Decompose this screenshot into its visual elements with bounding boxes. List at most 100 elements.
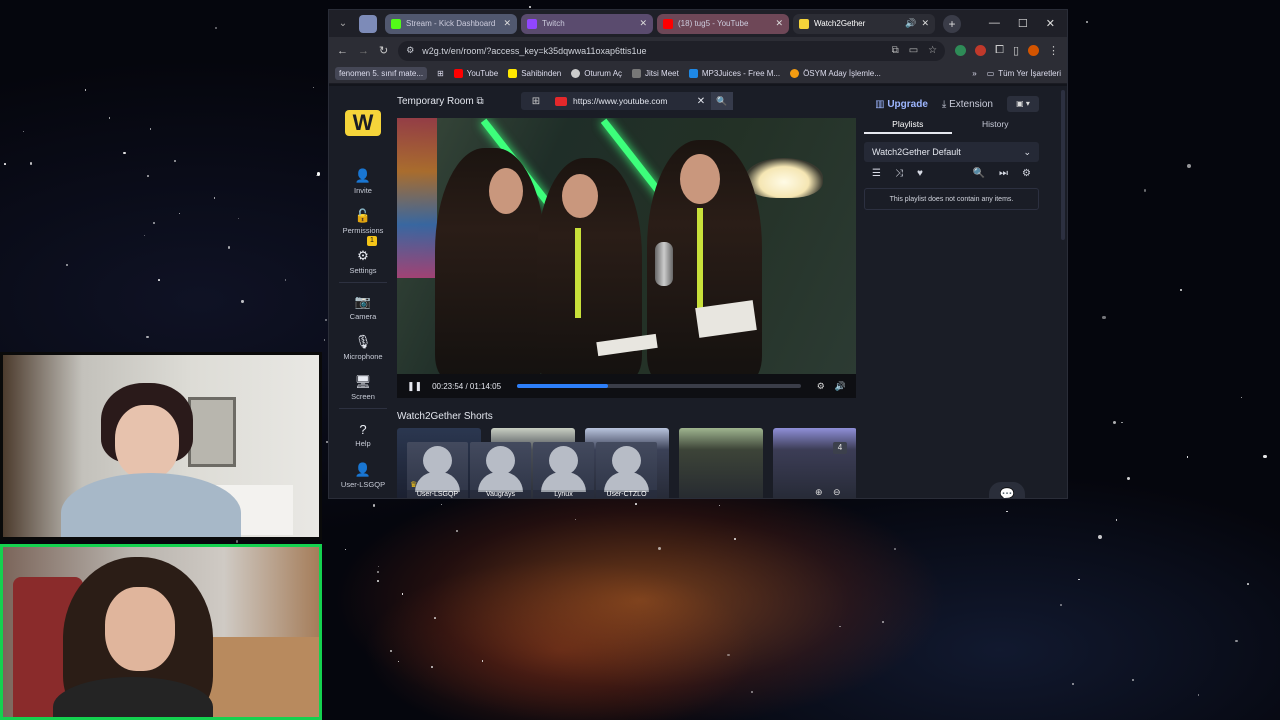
star [150, 128, 152, 130]
tab-kick[interactable]: Stream - Kick Dashboard ✕ [385, 13, 517, 34]
star-icon[interactable]: ☆ [928, 45, 937, 56]
forward-icon[interactable]: → [358, 45, 369, 57]
video-background-poster [397, 118, 437, 278]
cast-icon[interactable]: ▭ [909, 45, 918, 56]
short-card[interactable]: 4 ⊕ ⊖ [773, 428, 856, 498]
reload-icon[interactable]: ↻ [379, 44, 388, 57]
sidebar-icon[interactable]: ▯ [1013, 44, 1019, 57]
bookmark-item[interactable]: YouTube [453, 69, 498, 78]
clear-icon[interactable]: ✕ [691, 96, 711, 107]
copy-icon[interactable]: ⧉ [476, 96, 483, 107]
close-icon[interactable]: ✕ [639, 18, 647, 29]
webcam-window-frame [188, 397, 236, 467]
user-profile-button[interactable]: 👤 User-LSGQP [329, 462, 397, 489]
screen-button[interactable]: 🖥 Screen [329, 374, 397, 401]
settings-button[interactable]: ⚙ Settings [329, 248, 397, 275]
address-bar[interactable]: ⚙ w2g.tv/en/room/?access_key=k35dqwwa11o… [398, 40, 946, 61]
user-tile[interactable]: ♛ User-LSGQP [407, 442, 468, 498]
playlist-select[interactable]: Watch2Gether Default ⌄ [864, 142, 1039, 162]
help-button[interactable]: ? Help [329, 422, 397, 448]
bookmark-label: Jitsi Meet [645, 69, 679, 78]
star [1179, 288, 1183, 292]
tab-watch2gether[interactable]: Watch2Gether 🔊 ✕ [793, 13, 935, 34]
site-info-icon[interactable]: ⚙ [406, 45, 414, 56]
close-icon[interactable]: ✕ [503, 18, 511, 29]
webcam-desk [203, 637, 319, 717]
permissions-button[interactable]: 🔓 Permissions [329, 208, 397, 235]
close-icon[interactable]: ✕ [775, 18, 783, 29]
watch2gether-icon [799, 18, 809, 29]
close-icon[interactable]: ✕ [921, 18, 929, 29]
youtube-icon [663, 18, 673, 29]
pause-icon[interactable]: ❚❚ [407, 381, 422, 392]
zoom-in-icon[interactable]: ⊕ [815, 487, 823, 498]
extensions-area: ⧠ ▯ ⋮ [955, 44, 1059, 57]
video-url-input[interactable]: https://www.youtube.com [573, 96, 691, 106]
speaker-icon[interactable]: 🔊 [905, 18, 916, 29]
progress-bar[interactable] [517, 384, 801, 388]
microphone-button[interactable]: 🎙 Microphone [329, 334, 397, 361]
zoom-out-icon[interactable]: ⊖ [833, 487, 841, 498]
language-button[interactable]: ▣ ▾ [1007, 96, 1039, 112]
user-tile[interactable]: Vaugrays [470, 442, 531, 498]
tab-search-icon[interactable]: ⌄ [335, 18, 351, 29]
gear-icon: ⚙ [357, 248, 369, 263]
volume-icon[interactable]: 🔊 [835, 381, 846, 392]
extension-icon[interactable] [975, 45, 987, 56]
divider [339, 282, 387, 283]
bookmark-item[interactable]: Sahibinden [508, 69, 561, 78]
user-tile[interactable]: User-CTZLO [596, 442, 657, 498]
tab-youtube[interactable]: (18) tug5 - YouTube ✕ [657, 13, 789, 34]
bookmark-item[interactable]: Oturum Aç [571, 69, 622, 78]
search-icon[interactable]: 🔍 [711, 92, 733, 110]
short-card[interactable] [679, 428, 763, 498]
bookmark-item[interactable]: ÖSYM Aday İşlemle... [790, 69, 881, 78]
bookmark-item[interactable]: MP3Juices - Free M... [688, 69, 780, 78]
tab-label: (18) tug5 - YouTube [678, 19, 749, 28]
translate-icon[interactable]: ⧉ [892, 45, 899, 56]
room-title[interactable]: Temporary Room ⧉ [397, 96, 484, 107]
close-window-icon[interactable]: ✕ [1046, 17, 1055, 30]
star [1187, 163, 1192, 168]
sidebar-label: Screen [351, 392, 375, 401]
maximize-icon[interactable]: ☐ [1018, 17, 1028, 30]
puzzle-icon[interactable]: ⧠ [995, 44, 1004, 57]
chat-button[interactable]: 💬 [989, 482, 1025, 498]
extension-button[interactable]: ⤓ Extension [942, 99, 993, 110]
tab-twitch[interactable]: Twitch ✕ [521, 13, 653, 34]
tab-history[interactable]: History [952, 114, 1040, 134]
search-icon[interactable]: 🔍 [973, 168, 985, 179]
star [894, 548, 896, 550]
play-next-icon[interactable]: ⏭ [999, 168, 1008, 179]
bookmark-item[interactable]: Jitsi Meet [632, 69, 679, 78]
bookmark-item[interactable]: fenomen 5. sınıf mate... [335, 67, 428, 80]
tab-playlists[interactable]: Playlists [864, 114, 952, 134]
upgrade-button[interactable]: ▥ Upgrade [875, 99, 928, 110]
invite-button[interactable]: 👤 Invite [329, 168, 397, 195]
more-bookmarks-icon[interactable]: » [972, 69, 976, 78]
star [29, 162, 33, 165]
download-icon: ⤓ [941, 98, 947, 110]
scrollbar[interactable] [1061, 90, 1065, 240]
profile-avatar[interactable] [1028, 45, 1039, 56]
gear-icon[interactable]: ⚙ [1022, 168, 1031, 179]
menu-icon[interactable]: ⋮ [1048, 44, 1059, 57]
avatar [415, 472, 460, 492]
shuffle-icon[interactable]: ⤨ [895, 168, 903, 179]
list-icon[interactable]: ☰ [872, 168, 881, 179]
grid-icon[interactable]: ⊞ [521, 96, 551, 107]
extension-icon[interactable] [955, 45, 967, 56]
heart-icon[interactable]: ♥ [917, 168, 923, 179]
gear-icon[interactable]: ⚙ [817, 381, 825, 392]
new-tab-button[interactable]: + [943, 14, 961, 33]
tab-group-icon[interactable] [359, 14, 377, 33]
w2g-logo[interactable]: W [345, 110, 381, 136]
camera-button[interactable]: 📷 Camera [329, 294, 397, 321]
all-bookmarks-folder[interactable]: ▭ Tüm Yer İşaretleri [987, 69, 1061, 78]
user-tile[interactable]: Lynux [533, 442, 594, 498]
minimize-icon[interactable]: — [989, 17, 1000, 30]
apps-grid-icon[interactable]: ⊞ [437, 69, 444, 78]
back-icon[interactable]: ← [337, 45, 348, 57]
video-player[interactable]: ❚❚ 00:23:54 / 01:14:05 ⚙ 🔊 [397, 118, 856, 398]
sidebar-label: Settings [349, 266, 377, 275]
